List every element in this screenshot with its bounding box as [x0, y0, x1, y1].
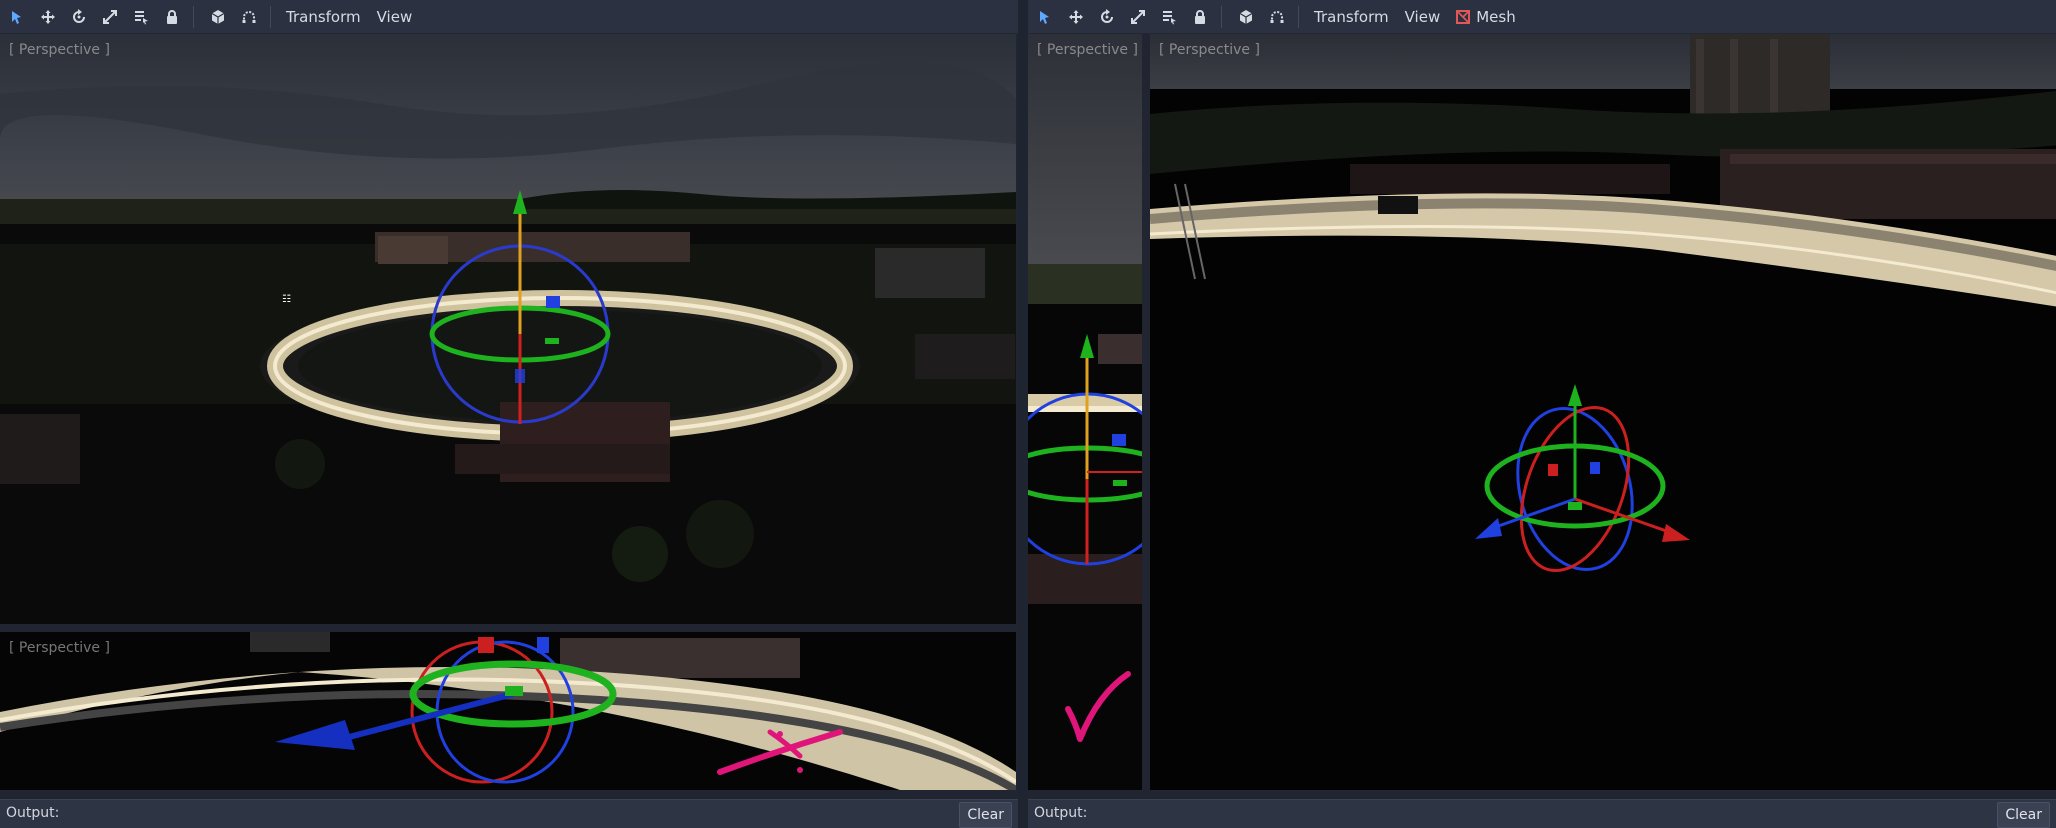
- toolbar-separator: [1221, 5, 1222, 28]
- list-select-button[interactable]: [1155, 3, 1183, 31]
- view-menu-label: View: [376, 7, 413, 26]
- clear-button[interactable]: Clear: [1997, 802, 2050, 828]
- scale-tool-button[interactable]: [1124, 3, 1152, 31]
- lock-icon: [167, 9, 177, 24]
- lock-icon: [1195, 9, 1205, 24]
- select-tool-button[interactable]: [1031, 3, 1059, 31]
- viewport-toolbar: Transform View Mesh: [1028, 0, 2056, 34]
- select-tool-button[interactable]: [3, 3, 31, 31]
- toolbar-separator: [193, 5, 194, 28]
- move-tool-button[interactable]: [34, 3, 62, 31]
- mesh-menu-label: Mesh: [1476, 7, 1516, 26]
- scene-render-side-view: [1028, 34, 1142, 790]
- mesh-icon: [1456, 9, 1471, 24]
- view-menu[interactable]: View: [369, 3, 421, 31]
- viewport-label: [ Perspective ]: [9, 42, 110, 58]
- transform-menu[interactable]: Transform: [278, 3, 369, 31]
- list-icon: [135, 10, 148, 24]
- select-icon: [12, 10, 21, 24]
- output-label: Output:: [1034, 805, 1088, 821]
- rotate-tool-button[interactable]: [1093, 3, 1121, 31]
- local-space-button[interactable]: [204, 3, 232, 31]
- move-icon: [1069, 9, 1083, 24]
- viewport-label: [ Perspective ]: [9, 640, 110, 656]
- transform-menu-label: Transform: [1314, 7, 1389, 26]
- move-tool-button[interactable]: [1062, 3, 1090, 31]
- viewport-label: [ Perspective ]: [1037, 42, 1138, 58]
- right-editor: Transform View Mesh [Perspective] [Pe…: [1028, 0, 2056, 828]
- transform-menu[interactable]: Transform: [1306, 3, 1397, 31]
- clear-button[interactable]: Clear: [959, 802, 1012, 828]
- snap-button[interactable]: [1263, 3, 1291, 31]
- scene-render-stadium-overview: ☷: [0, 34, 1016, 624]
- transform-menu-label: Transform: [286, 7, 361, 26]
- toolbar-separator: [1298, 5, 1299, 28]
- scale-icon: [103, 9, 117, 24]
- left-editor: Transform View ☷ [Perspective] [Persp…: [0, 0, 1018, 828]
- rotate-icon: [73, 8, 85, 23]
- scene-render-stadium-wall: [1150, 34, 2056, 790]
- rotate-tool-button[interactable]: [65, 3, 93, 31]
- cube-icon: [1239, 9, 1253, 24]
- viewport-label: [ Perspective ]: [1159, 42, 1260, 58]
- scale-tool-button[interactable]: [96, 3, 124, 31]
- view-menu-label: View: [1404, 7, 1441, 26]
- mesh-menu[interactable]: Mesh: [1448, 3, 1524, 31]
- lock-button[interactable]: [158, 3, 186, 31]
- output-label: Output:: [6, 805, 60, 821]
- list-icon: [1163, 10, 1176, 24]
- move-icon: [41, 9, 55, 24]
- rotate-icon: [1101, 8, 1113, 23]
- local-space-button[interactable]: [1232, 3, 1260, 31]
- toolbar-separator: [270, 5, 271, 28]
- cube-icon: [211, 9, 225, 24]
- viewport-toolbar: Transform View: [0, 0, 1018, 34]
- select-icon: [1040, 10, 1049, 24]
- viewport-bottom[interactable]: [ Perspective ]: [0, 632, 1016, 790]
- svg-text:☷: ☷: [282, 294, 291, 305]
- scene-render-track-closeup: [0, 632, 1016, 790]
- snap-icon: [1270, 10, 1284, 23]
- output-panel: Output: Clear: [0, 799, 1018, 828]
- snap-button[interactable]: [235, 3, 263, 31]
- lock-button[interactable]: [1186, 3, 1214, 31]
- output-panel: Output: Clear: [1028, 799, 2056, 828]
- viewport-side[interactable]: [ Perspective ]: [1028, 34, 1142, 790]
- viewport-top[interactable]: ☷ [ Perspective ]: [0, 34, 1016, 624]
- list-select-button[interactable]: [127, 3, 155, 31]
- view-menu[interactable]: View: [1397, 3, 1449, 31]
- snap-icon: [242, 10, 256, 23]
- viewport-main[interactable]: [ Perspective ]: [1150, 34, 2056, 790]
- scale-icon: [1131, 9, 1145, 24]
